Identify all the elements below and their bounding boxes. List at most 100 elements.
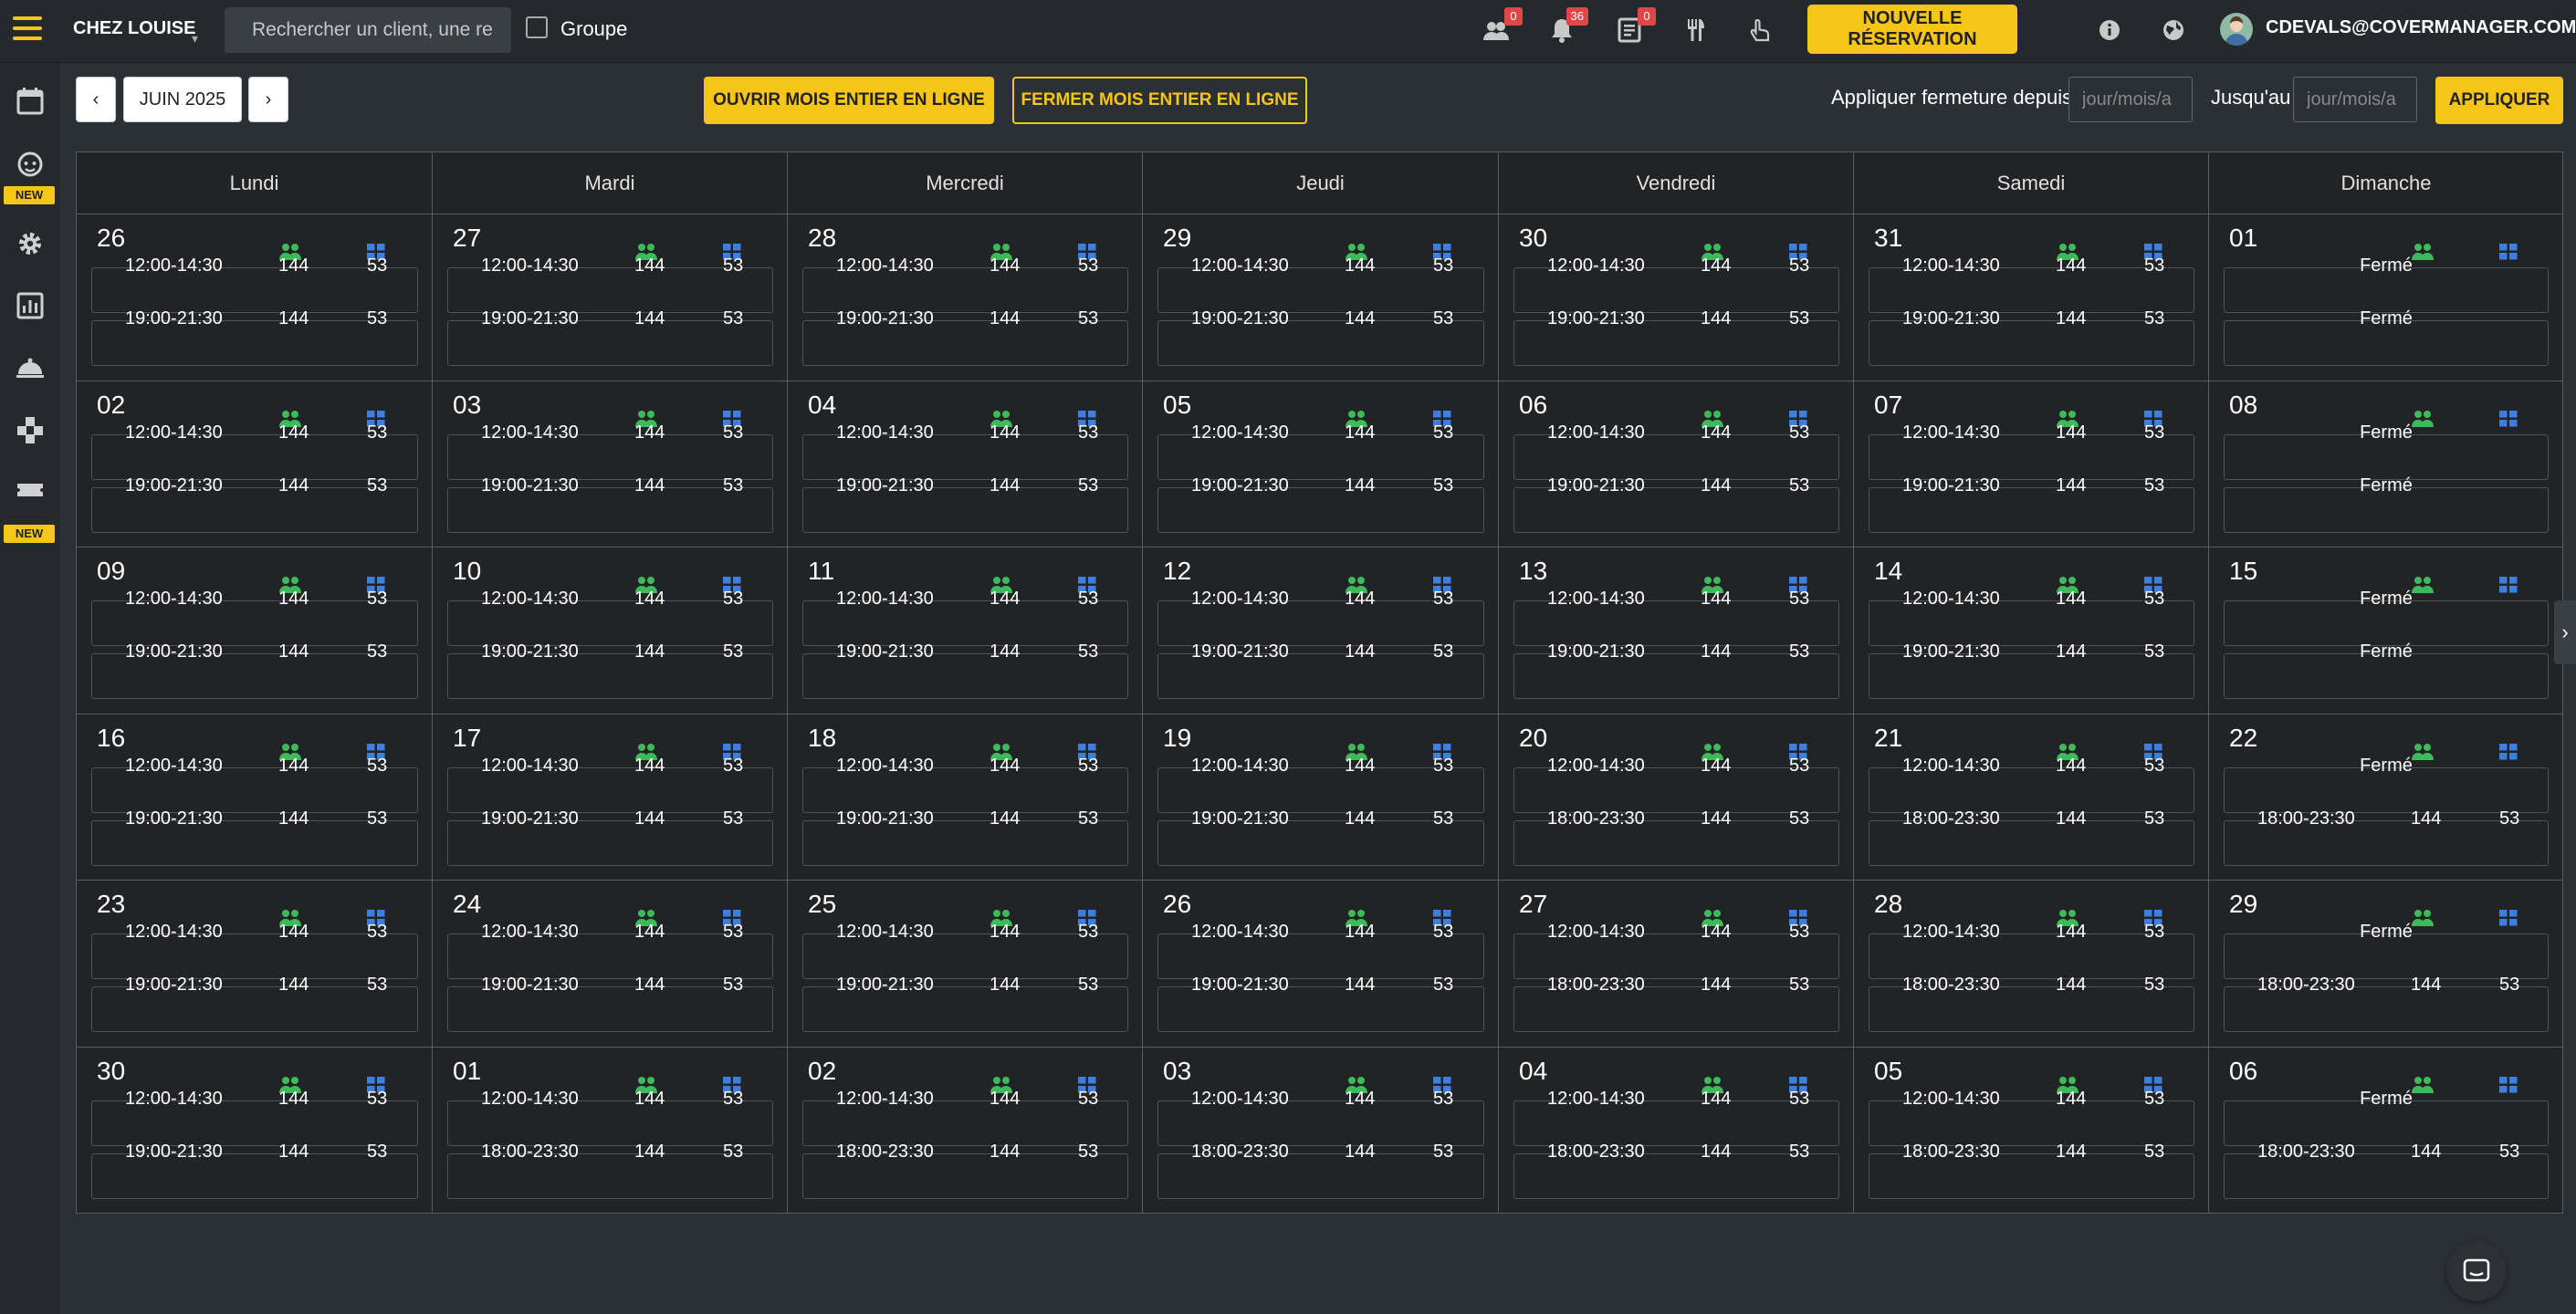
service-slot[interactable]: 12:00-14:30 144 53 [1157,1090,1484,1146]
day-cell[interactable]: 31 12:00-14:30 144 53 19:00-21:30 144 53 [1854,214,2209,381]
service-slot[interactable]: 19:00-21:30 144 53 [447,309,773,366]
caret-down-icon[interactable]: ▾ [192,31,198,47]
day-cell[interactable]: 06 12:00-14:30 144 53 19:00-21:30 144 53 [1499,380,1854,547]
day-cell[interactable]: 08 Fermé Fermé [2209,380,2563,548]
service-slot[interactable]: Fermé [2224,756,2549,813]
ticket-icon[interactable] [12,472,48,508]
service-slot[interactable]: 19:00-21:30 144 53 [91,975,418,1032]
service-slot[interactable]: 12:00-14:30 144 53 [91,756,418,813]
service-slot[interactable]: 12:00-14:30 144 53 [1157,756,1484,813]
day-cell[interactable]: 03 12:00-14:30 144 53 19:00-21:30 144 53 [433,380,788,547]
day-cell[interactable]: 02 12:00-14:30 144 53 19:00-21:30 144 53 [77,380,433,547]
day-cell[interactable]: 05 12:00-14:30 144 53 18:00-23:30 144 53 [1854,1046,2209,1213]
baby-face-icon[interactable] [12,145,48,182]
day-cell[interactable]: 01 Fermé Fermé [2209,214,2563,381]
service-slot[interactable]: 18:00-23:30 144 53 [1157,1142,1484,1199]
calendar-icon[interactable] [12,83,48,120]
service-slot[interactable]: 19:00-21:30 144 53 [91,309,418,366]
service-slot[interactable]: 12:00-14:30 144 53 [802,589,1128,646]
day-cell[interactable]: 06 Fermé 18:00-23:30 144 53 [2209,1046,2563,1214]
service-slot[interactable]: 19:00-21:30 144 53 [802,309,1128,366]
service-slot[interactable]: 19:00-21:30 144 53 [447,809,773,866]
day-cell[interactable]: 26 12:00-14:30 144 53 19:00-21:30 144 53 [1143,880,1499,1047]
service-slot[interactable]: Fermé [2224,256,2549,313]
service-slot[interactable]: 19:00-21:30 144 53 [1869,642,2194,699]
service-slot[interactable]: 12:00-14:30 144 53 [1513,923,1839,979]
day-cell[interactable]: 15 Fermé Fermé [2209,547,2563,714]
service-slot[interactable]: 12:00-14:30 144 53 [447,923,773,979]
expand-panel-icon[interactable]: › [2554,600,2576,664]
people-waitlist-icon[interactable]: 0 [1481,7,1523,46]
service-slot[interactable]: 18:00-23:30 144 53 [447,1142,773,1199]
day-cell[interactable]: 21 12:00-14:30 144 53 18:00-23:30 144 53 [1854,713,2209,880]
day-cell[interactable]: 17 12:00-14:30 144 53 19:00-21:30 144 53 [433,713,788,880]
service-slot[interactable]: 18:00-23:30 144 53 [802,1142,1128,1199]
service-slot[interactable]: 12:00-14:30 144 53 [1513,256,1839,313]
day-cell[interactable]: 10 12:00-14:30 144 53 19:00-21:30 144 53 [433,547,788,714]
service-slot[interactable]: 12:00-14:30 144 53 [1513,423,1839,480]
day-cell[interactable]: 26 12:00-14:30 144 53 19:00-21:30 144 53 [77,214,433,381]
day-cell[interactable]: 03 12:00-14:30 144 53 18:00-23:30 144 53 [1143,1046,1499,1213]
service-slot[interactable]: 18:00-23:30 144 53 [2224,1142,2549,1199]
service-slot[interactable]: 19:00-21:30 144 53 [447,975,773,1032]
service-slot[interactable]: 19:00-21:30 144 53 [1157,642,1484,699]
service-slot[interactable]: 12:00-14:30 144 53 [1869,1090,2194,1146]
day-cell[interactable]: 16 12:00-14:30 144 53 19:00-21:30 144 53 [77,713,433,880]
service-slot[interactable]: 19:00-21:30 144 53 [91,1142,418,1199]
chat-button[interactable] [2446,1241,2507,1301]
service-slot[interactable]: Fermé [2224,1090,2549,1146]
month-label[interactable]: JUIN 2025 [123,77,242,122]
day-cell[interactable]: 01 12:00-14:30 144 53 18:00-23:30 144 53 [433,1046,788,1213]
day-cell[interactable]: 13 12:00-14:30 144 53 19:00-21:30 144 53 [1499,547,1854,714]
day-cell[interactable]: 25 12:00-14:30 144 53 19:00-21:30 144 53 [788,880,1143,1047]
day-cell[interactable]: 05 12:00-14:30 144 53 19:00-21:30 144 53 [1143,380,1499,547]
service-slot[interactable]: 12:00-14:30 144 53 [1869,256,2194,313]
cutlery-icon[interactable] [1680,15,1711,46]
day-cell[interactable]: 27 12:00-14:30 144 53 18:00-23:30 144 53 [1499,880,1854,1047]
bell-icon[interactable]: 36 [1546,7,1588,46]
day-cell[interactable]: 30 12:00-14:30 144 53 19:00-21:30 144 53 [1499,214,1854,381]
service-slot[interactable]: 19:00-21:30 144 53 [1157,975,1484,1032]
service-slot[interactable]: 19:00-21:30 144 53 [802,476,1128,533]
day-cell[interactable]: 27 12:00-14:30 144 53 19:00-21:30 144 53 [433,214,788,381]
service-slot[interactable]: 18:00-23:30 144 53 [1869,975,2194,1032]
day-cell[interactable]: 04 12:00-14:30 144 53 18:00-23:30 144 53 [1499,1046,1854,1213]
service-slot[interactable]: Fermé [2224,309,2549,366]
service-slot[interactable]: 12:00-14:30 144 53 [91,1090,418,1146]
service-slot[interactable]: Fermé [2224,476,2549,533]
service-slot[interactable]: 12:00-14:30 144 53 [1157,423,1484,480]
service-slot[interactable]: 12:00-14:30 144 53 [91,923,418,979]
list-icon[interactable]: 0 [1614,7,1656,46]
service-slot[interactable]: 12:00-14:30 144 53 [447,1090,773,1146]
next-month-button[interactable]: › [248,77,288,122]
service-slot[interactable]: 12:00-14:30 144 53 [1157,589,1484,646]
service-slot[interactable]: 12:00-14:30 144 53 [1869,589,2194,646]
day-cell[interactable]: 29 Fermé 18:00-23:30 144 53 [2209,880,2563,1047]
service-slot[interactable]: 19:00-21:30 144 53 [1157,309,1484,366]
service-slot[interactable]: 12:00-14:30 144 53 [1157,256,1484,313]
service-slot[interactable]: 12:00-14:30 144 53 [1869,423,2194,480]
closure-from-date-input[interactable] [2068,77,2193,122]
puzzle-icon[interactable] [12,412,48,448]
service-slot[interactable]: 19:00-21:30 144 53 [1513,476,1839,533]
restaurant-selector[interactable]: CHEZ LOUISE [73,18,195,39]
day-cell[interactable]: 22 Fermé 18:00-23:30 144 53 [2209,713,2563,881]
stats-icon[interactable] [12,287,48,324]
service-slot[interactable]: 18:00-23:30 144 53 [1869,1142,2194,1199]
service-slot[interactable]: 19:00-21:30 144 53 [91,642,418,699]
service-slot[interactable]: Fermé [2224,642,2549,699]
service-slot[interactable]: 12:00-14:30 144 53 [802,423,1128,480]
day-cell[interactable]: 28 12:00-14:30 144 53 18:00-23:30 144 53 [1854,880,2209,1047]
close-month-online-button[interactable]: FERMER MOIS ENTIER EN LIGNE [1012,77,1307,124]
gear-icon[interactable] [12,225,48,262]
new-reservation-button[interactable]: NOUVELLE RÉSERVATION [1807,5,2017,54]
day-cell[interactable]: 14 12:00-14:30 144 53 19:00-21:30 144 53 [1854,547,2209,714]
service-slot[interactable]: 12:00-14:30 144 53 [1869,756,2194,813]
service-slot[interactable]: 18:00-23:30 144 53 [1513,975,1839,1032]
service-slot[interactable]: 18:00-23:30 144 53 [1513,809,1839,866]
service-slot[interactable]: 19:00-21:30 144 53 [802,642,1128,699]
service-slot[interactable]: 18:00-23:30 144 53 [1513,1142,1839,1199]
day-cell[interactable]: 24 12:00-14:30 144 53 19:00-21:30 144 53 [433,880,788,1047]
service-slot[interactable]: 18:00-23:30 144 53 [2224,975,2549,1032]
search-input[interactable] [225,7,511,53]
